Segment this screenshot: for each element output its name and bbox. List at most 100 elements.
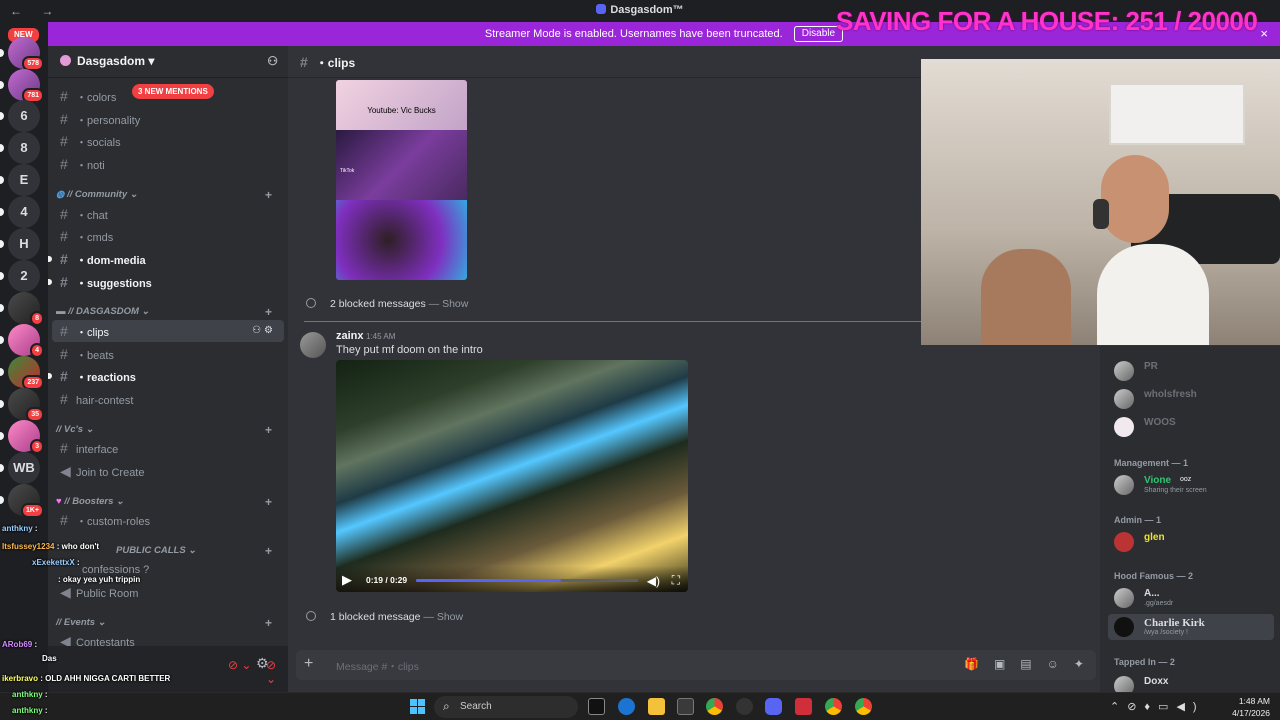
member-item[interactable]: A... .gg/aesdr <box>1114 585 1274 611</box>
speaker-icon: ◀ <box>60 463 71 479</box>
add-channel-icon[interactable]: + <box>265 543 272 559</box>
member-item[interactable]: wholsfresh <box>1114 386 1274 412</box>
chrome-icon[interactable] <box>706 698 723 715</box>
mute-mic-icon[interactable]: ⊘ ⌄ <box>228 658 251 672</box>
server-icon[interactable]: 35 <box>8 388 44 422</box>
windows-start-icon[interactable] <box>410 699 425 714</box>
add-channel-icon[interactable]: + <box>265 494 272 510</box>
server-icon[interactable]: 4 <box>8 324 44 358</box>
category-dasgasdom[interactable]: ▬ // DASGASDOM ⌄ + <box>56 304 280 320</box>
channel-settings-icon[interactable]: ⚇⚙ <box>252 320 276 342</box>
server-icon[interactable]: 2 <box>8 260 40 292</box>
server-icon[interactable]: 8 <box>8 132 40 164</box>
system-tray-icons[interactable]: ⌃⊘♦▭◀) <box>1110 700 1205 713</box>
channel-chat[interactable]: # ・chat <box>52 203 284 225</box>
add-channel-icon[interactable]: + <box>265 304 272 320</box>
fullscreen-icon[interactable]: ⛶ <box>672 573 680 588</box>
add-channel-icon[interactable]: + <box>265 187 272 203</box>
channel-reactions[interactable]: # ・reactions <box>52 365 284 387</box>
channel-interface[interactable]: # interface <box>52 437 284 459</box>
server-icon[interactable]: 8 <box>8 292 44 326</box>
member-item[interactable]: WOOS <box>1114 414 1274 440</box>
guild-header[interactable]: Dasgasdom ▾ ⚇ <box>48 46 288 78</box>
channel-hair-contest[interactable]: # hair-contest <box>52 388 284 410</box>
show-blocked-link[interactable]: — Show <box>429 298 469 310</box>
message-input[interactable]: Message #・clips <box>336 659 419 674</box>
server-icon[interactable]: 237 <box>8 356 44 390</box>
server-icon[interactable]: 1K+ <box>8 484 44 518</box>
show-blocked-link[interactable]: — Show <box>423 611 463 623</box>
hash-icon: # <box>60 346 68 362</box>
clock[interactable]: 1:48 AM 4/17/2026 <box>1224 695 1270 719</box>
chat-text: : OLD AHH NIGGA CARTI BETTER <box>40 674 171 683</box>
category-icon: ▬ <box>56 306 69 317</box>
store-icon[interactable] <box>677 698 694 715</box>
taskbar: ⌕ Search ⌃⊘♦▭◀) 1:48 AM 4/17/2026 <box>0 692 1280 720</box>
category-boosters[interactable]: ♥ // Boosters ⌄ + <box>56 494 280 510</box>
video-attachment[interactable]: ▶ 0:19 / 0:29 ◀) ⛶ <box>336 360 688 592</box>
guild-name: Dasgasdom <box>77 54 146 68</box>
task-view-icon[interactable] <box>588 698 605 715</box>
member-item[interactable]: Doxx <box>1114 673 1274 692</box>
category-vcs[interactable]: // Vc's ⌄ + <box>56 422 280 438</box>
server-icon[interactable]: H <box>8 228 40 260</box>
server-icon[interactable]: 4 <box>8 196 40 228</box>
blocked-messages-notice: 2 blocked messages — Show <box>306 298 468 310</box>
composer-tools-icons[interactable]: 🎁▣▤☺✦ <box>964 657 1099 671</box>
member-item[interactable]: Charlie Kirk/wya /society ! <box>1108 614 1274 640</box>
discord-taskbar-icon[interactable] <box>765 698 782 715</box>
chat-text: : <box>34 640 38 649</box>
add-channel-icon[interactable]: + <box>265 422 272 438</box>
invite-icon[interactable]: ⚇ <box>267 54 278 68</box>
member-item[interactable]: Vione ooz Sharing their screen <box>1114 472 1274 498</box>
category-community[interactable]: ◍ // Community ⌄ + <box>56 187 280 203</box>
server-icon[interactable]: 6 <box>8 100 40 132</box>
file-explorer-icon[interactable] <box>648 698 665 715</box>
blocked-icon <box>306 298 316 308</box>
channel-cmds[interactable]: # ・cmds <box>52 225 284 247</box>
channel-clips[interactable]: # ・clips ⚇⚙ <box>52 320 284 342</box>
add-attachment-icon[interactable]: + <box>304 655 313 673</box>
server-icon[interactable]: 578 <box>8 37 44 71</box>
video-scrubber[interactable] <box>416 579 638 582</box>
play-icon[interactable]: ▶ <box>342 572 352 588</box>
channel-dom-media[interactable]: # ・dom-media <box>52 248 284 270</box>
voice-join-to-create[interactable]: ◀ Join to Create <box>52 460 284 482</box>
chrome-icon-3[interactable] <box>855 698 872 715</box>
edge-icon[interactable] <box>618 698 635 715</box>
voice-public-room[interactable]: ◀ Public Room <box>52 581 284 603</box>
deafen-icon[interactable]: ⊘ ⌄ <box>266 658 288 686</box>
member-item[interactable]: glen <box>1114 529 1274 555</box>
image-attachment[interactable]: Youtube: Vic Bucks TikTok <box>336 80 467 280</box>
tiktok-caption: TikTok <box>340 168 355 174</box>
adobe-icon[interactable] <box>795 698 812 715</box>
server-icon[interactable]: 781 <box>8 69 44 103</box>
channel-label: ・chat <box>76 210 108 222</box>
discord-icon <box>596 4 607 14</box>
member-item[interactable]: PR <box>1114 358 1274 384</box>
clock-time: 1:48 AM <box>1238 696 1270 706</box>
volume-icon[interactable]: ◀) <box>647 574 660 588</box>
new-mentions-pill[interactable]: 3 NEW MENTIONS <box>132 84 214 99</box>
channel-noti[interactable]: # ・noti <box>52 153 284 175</box>
server-icon[interactable]: 3 <box>8 420 44 454</box>
avatar <box>1114 389 1134 409</box>
channel-personality[interactable]: # ・personality <box>52 108 284 130</box>
channel-label: ・dom-media <box>76 255 146 267</box>
channel-suggestions[interactable]: # ・suggestions <box>52 271 284 293</box>
server-icon[interactable]: WB <box>8 452 40 484</box>
member-group-header: Admin — 1 <box>1114 515 1162 525</box>
chrome-icon-2[interactable] <box>825 698 842 715</box>
channel-label: ・colors <box>76 92 117 104</box>
message-author[interactable]: zainx <box>336 330 364 342</box>
server-icon[interactable]: E <box>8 164 40 196</box>
channel-beats[interactable]: # ・beats <box>52 343 284 365</box>
user-settings-gear-icon[interactable]: ⚙ <box>256 655 269 672</box>
taskbar-search[interactable]: ⌕ Search <box>434 696 578 718</box>
category-events[interactable]: // Events ⌄ + <box>56 615 280 631</box>
obs-icon[interactable] <box>736 698 753 715</box>
channel-custom-roles[interactable]: # ・custom-roles <box>52 509 284 531</box>
add-channel-icon[interactable]: + <box>265 615 272 631</box>
channel-socials[interactable]: # ・socials <box>52 130 284 152</box>
avatar[interactable] <box>300 332 326 358</box>
